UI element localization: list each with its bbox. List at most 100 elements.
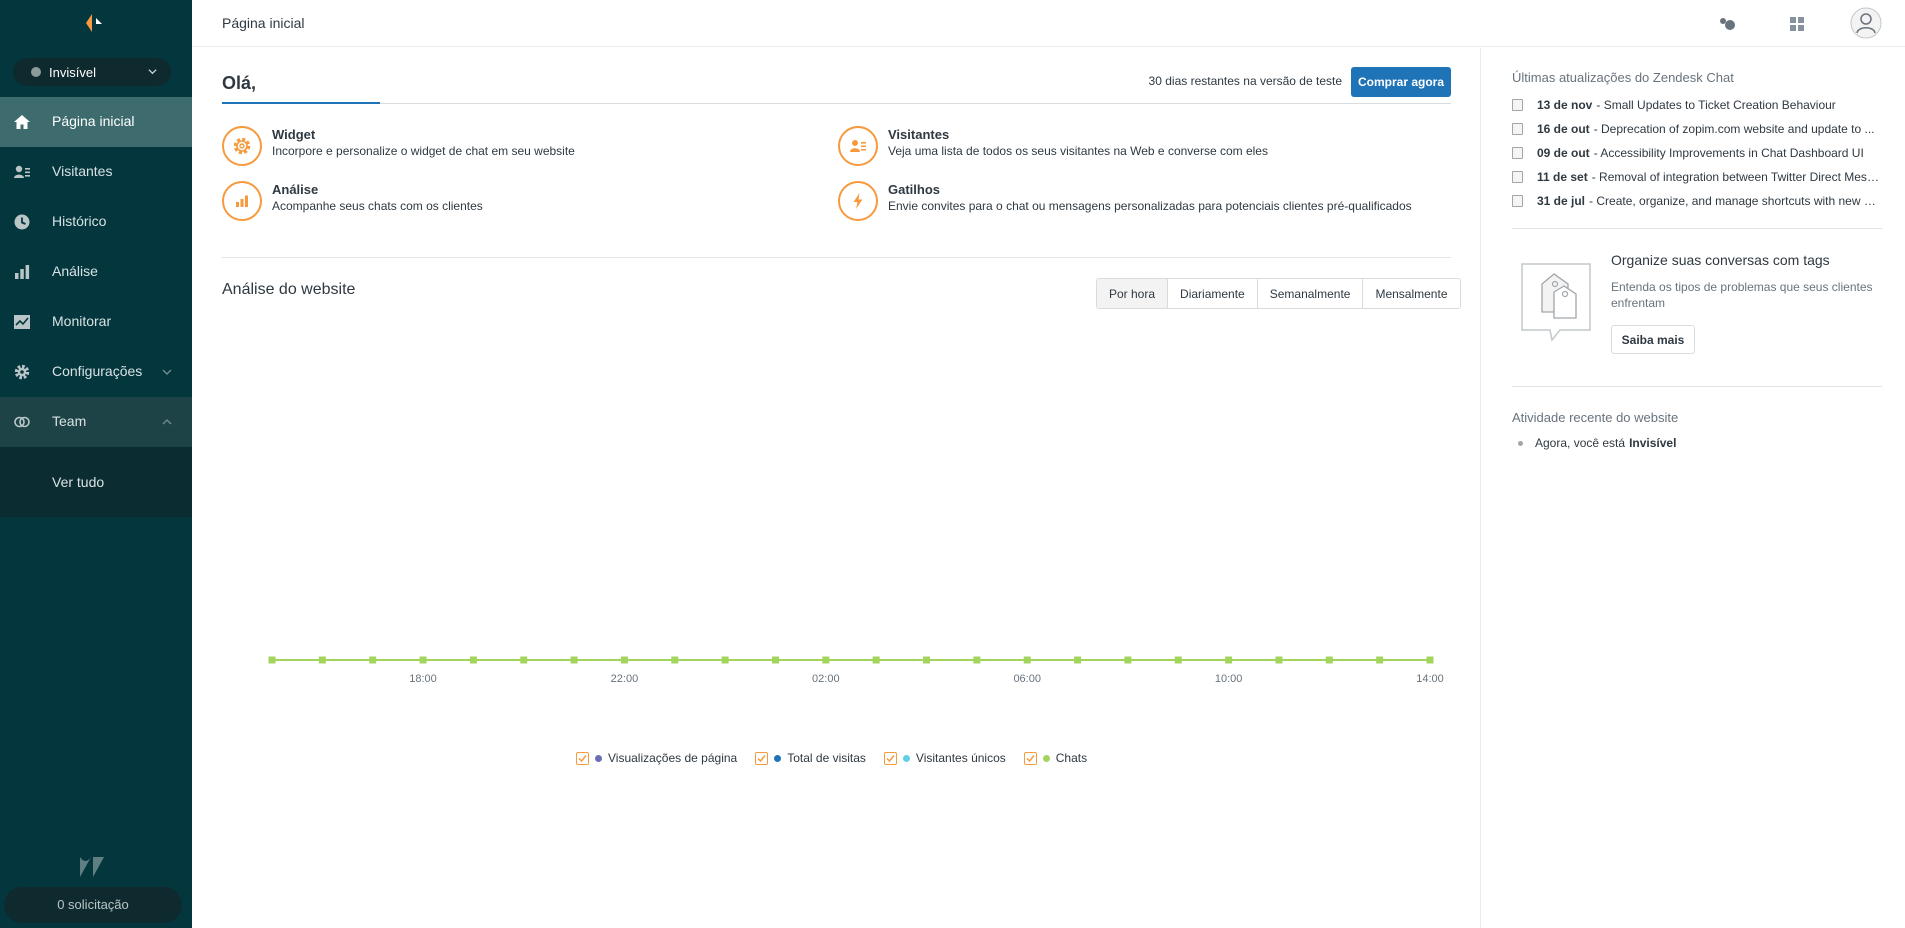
document-icon [1512, 123, 1523, 135]
sidebar-item-analytics[interactable]: Análise [0, 247, 192, 297]
requests-button[interactable]: 0 solicitação [4, 887, 182, 923]
profile-icon[interactable] [1850, 7, 1882, 39]
greeting-heading: Olá, [222, 73, 257, 93]
feature-analytics[interactable]: Análise Acompanhe seus chats com os clie… [222, 181, 642, 223]
x-tick-label: 06:00 [1013, 673, 1041, 685]
data-point[interactable] [469, 656, 477, 664]
chevron-down-icon [148, 69, 157, 75]
data-point[interactable] [318, 656, 326, 664]
data-point[interactable] [1275, 656, 1283, 664]
data-point[interactable] [671, 656, 679, 664]
data-point[interactable] [771, 656, 779, 664]
feature-title: Widget [272, 127, 316, 142]
home-icon [14, 115, 30, 129]
feature-icon-circle [222, 181, 262, 221]
legend-label: Total de visitas [787, 751, 866, 765]
sidebar-item-label: Visitantes [52, 163, 113, 179]
x-tick-label: 10:00 [1215, 673, 1243, 685]
update-item[interactable]: 09 de out - Accessibility Improvements i… [1512, 144, 1882, 162]
learn-more-button[interactable]: Saiba mais [1611, 325, 1695, 354]
legend-page-views[interactable]: Visualizações de página [576, 751, 737, 765]
data-point[interactable] [973, 656, 981, 664]
data-point[interactable] [1376, 656, 1384, 664]
checkmark-icon [886, 754, 895, 762]
activity-text: Agora, você está [1535, 436, 1626, 450]
status-toggle-icon[interactable] [1716, 13, 1738, 35]
apps-grid-icon[interactable] [1786, 13, 1808, 35]
data-point[interactable] [1325, 656, 1333, 664]
chevron-up-icon [162, 419, 172, 425]
data-point[interactable] [822, 656, 830, 664]
sidebar-item-history[interactable]: Histórico [0, 197, 192, 247]
section-divider [222, 257, 1451, 258]
tags-promo-title: Organize suas conversas com tags [1611, 252, 1830, 268]
checkmark-icon [1026, 754, 1035, 762]
x-tick-label: 14:00 [1416, 673, 1444, 685]
website-analytics-title: Análise do website [222, 281, 356, 298]
lightning-icon [853, 193, 863, 209]
legend-unique-visitors[interactable]: Visitantes únicos [883, 751, 1006, 765]
sidebar: Invisível Página inicial Visitantes Hist… [0, 0, 192, 928]
legend-total-visits[interactable]: Total de visitas [755, 751, 866, 765]
x-tick-label: 02:00 [812, 673, 840, 685]
update-text: - Accessibility Improvements in Chat Das… [1593, 146, 1864, 160]
data-point[interactable] [520, 656, 528, 664]
sidebar-item-team[interactable]: Team [0, 397, 192, 447]
update-item[interactable]: 31 de jul - Create, organize, and manage… [1512, 192, 1882, 210]
period-monthly-button[interactable]: Mensalmente [1362, 279, 1460, 308]
update-item[interactable]: 16 de out - Deprecation of zopim.com web… [1512, 120, 1882, 138]
document-icon [1512, 147, 1523, 159]
legend-checkbox[interactable] [755, 751, 769, 765]
data-point[interactable] [570, 656, 578, 664]
checkmark-icon [578, 754, 587, 762]
data-point[interactable] [1023, 656, 1031, 664]
activity-item: Agora, você está Invisível [1518, 436, 1676, 450]
update-item[interactable]: 13 de nov - Small Updates to Ticket Crea… [1512, 96, 1882, 114]
top-header: Página inicial [192, 0, 1905, 47]
page-title: Página inicial [222, 15, 305, 31]
period-daily-button[interactable]: Diariamente [1167, 279, 1257, 308]
document-icon [1512, 99, 1523, 111]
data-point[interactable] [1074, 656, 1082, 664]
period-hourly-button[interactable]: Por hora [1097, 279, 1168, 308]
data-point[interactable] [1174, 656, 1182, 664]
buy-now-button[interactable]: Comprar agora [1351, 67, 1451, 97]
sidebar-item-label: Team [52, 413, 87, 429]
data-point[interactable] [1124, 656, 1132, 664]
update-text: - Small Updates to Ticket Creation Behav… [1596, 98, 1836, 112]
feature-widget[interactable]: Widget Incorpore e personalize o widget … [222, 126, 642, 168]
legend-checkbox[interactable] [883, 751, 897, 765]
data-point[interactable] [721, 656, 729, 664]
data-point[interactable] [369, 656, 377, 664]
update-text: - Removal of integration between Twitter… [1591, 170, 1882, 184]
sidebar-item-settings[interactable]: Configurações [0, 347, 192, 397]
legend-checkbox[interactable] [1023, 751, 1037, 765]
legend-checkbox[interactable] [576, 751, 589, 765]
feature-description: Veja uma lista de todos os seus visitant… [888, 144, 1268, 158]
period-weekly-button[interactable]: Semanalmente [1256, 279, 1363, 308]
data-point[interactable] [872, 656, 880, 664]
sidebar-item-monitor[interactable]: Monitorar [0, 297, 192, 347]
sidebar-item-home[interactable]: Página inicial [0, 97, 192, 147]
status-select[interactable]: Invisível [13, 58, 171, 86]
feature-triggers[interactable]: Gatilhos Envie convites para o chat ou m… [838, 181, 1451, 223]
update-date: 11 de set [1537, 170, 1588, 184]
update-item[interactable]: 11 de set - Removal of integration betwe… [1512, 168, 1882, 186]
sidebar-item-label: Página inicial [52, 113, 135, 129]
tags-promo-description: Entenda os tipos de problemas que seus c… [1611, 280, 1873, 310]
data-point[interactable] [419, 656, 427, 664]
sidebar-item-label: Análise [52, 263, 98, 279]
data-point[interactable] [1426, 656, 1434, 664]
legend-label: Visualizações de página [608, 751, 738, 765]
team-view-all-link[interactable]: Ver tudo [52, 474, 104, 490]
sidebar-item-visitors[interactable]: Visitantes [0, 147, 192, 197]
data-point[interactable] [268, 656, 276, 664]
feature-visitors[interactable]: Visitantes Veja uma lista de todos os se… [838, 126, 1268, 168]
data-point[interactable] [620, 656, 628, 664]
update-date: 13 de nov [1537, 98, 1593, 112]
data-point[interactable] [923, 656, 931, 664]
period-selector: Por hora Diariamente Semanalmente Mensal… [1096, 278, 1461, 309]
tags-illustration-icon [1521, 263, 1591, 342]
legend-chats[interactable]: Chats [1023, 751, 1087, 765]
data-point[interactable] [1225, 656, 1233, 664]
